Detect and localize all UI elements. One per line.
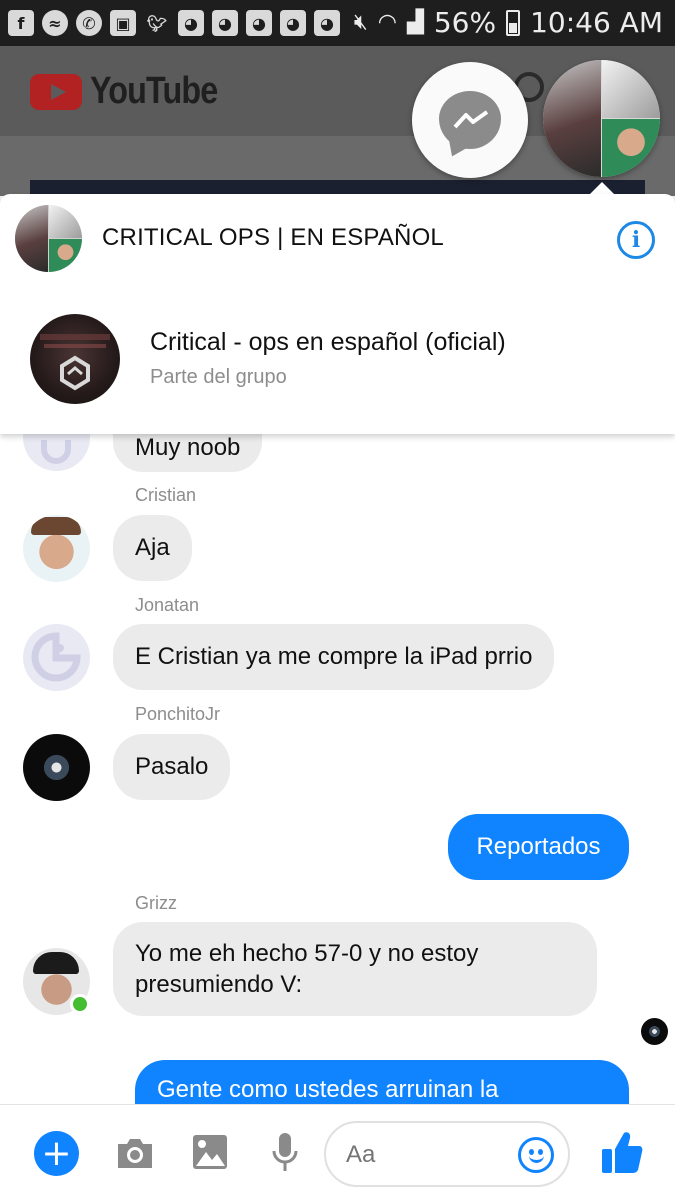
conversation-header: CRITICAL OPS | EN ESPAÑOL i Critical - o… [0,194,675,434]
emoji-mouth [529,1154,544,1163]
youtube-play-icon [30,73,82,110]
emoji-icon[interactable] [518,1137,554,1173]
signal-icon: ▟ [406,10,424,35]
like-thumb-icon[interactable] [600,1129,644,1175]
messenger-icon: ≈ [42,10,68,36]
message-bubble[interactable]: Muy noob [113,434,263,472]
composer-bar: + [0,1104,675,1200]
message-list[interactable]: Muy noob Cristian Aja Jonatan E Cristian… [0,434,675,1104]
status-right: 🔇︎ ◠ ▟ 56% 10:46 AM [354,6,663,39]
group-community-avatar[interactable] [30,314,120,404]
microphone-icon[interactable] [270,1131,300,1175]
whatsapp-icon: ✆ [76,10,102,36]
status-bar: f ≈ ✆ ▣ 🐦︎ ◕ ◕ ◕ ◕ ◕ 🔇︎ ◠ ▟ 56% 10:46 AM [0,0,675,46]
messenger-bolt-icon [453,110,489,129]
sender-name: Grizz [135,893,177,913]
sender-name: Jonatan [135,595,200,615]
message-text: Yo me eh hecho 57-0 y no estoy presumien… [135,939,479,998]
notification-icons: f ≈ ✆ ▣ 🐦︎ ◕ ◕ ◕ ◕ ◕ [8,10,340,36]
sender-name: PonchitoJr [135,704,221,724]
avatar[interactable] [23,515,90,582]
avatar-tile [602,119,660,177]
more-actions-button[interactable]: + [34,1131,79,1176]
discord-icon: ◕ [246,10,272,36]
avatar-tile [543,60,601,177]
avatar-tile [602,60,660,118]
twitter-icon: 🐦︎ [146,13,168,33]
critical-ops-logo-icon [40,334,110,391]
messenger-icon [439,91,501,149]
message-bubble[interactable]: Aja [113,515,192,581]
message-text: Reportados [476,833,601,860]
youtube-logo-text: YouTube [90,70,218,112]
battery-icon [506,9,521,36]
message-bubble-outgoing[interactable]: Gente como ustedes arruinan la [135,1060,629,1104]
avatar-tile [49,205,82,238]
discord-icon: ◕ [212,10,238,36]
pacman-avatar-icon [31,632,81,682]
chat-head-pointer [590,182,614,194]
avatar-tile [49,239,82,272]
messenger-chat-head[interactable] [412,62,528,178]
group-name[interactable]: Critical - ops en español (oficial) [150,328,506,357]
message-text: Gente como ustedes arruinan la [157,1076,499,1103]
read-receipt-avatar [641,1018,668,1045]
battery-percent: 56% [433,6,497,39]
avatar[interactable] [23,624,90,691]
message-input[interactable] [346,1141,496,1169]
message-bubble-outgoing[interactable]: Reportados [448,814,629,880]
group-avatar[interactable] [15,205,82,272]
gallery-icon[interactable] [192,1134,228,1170]
message-text: Muy noob [135,434,241,461]
avatar-tile [15,205,48,272]
sender-name: Cristian [135,485,197,505]
group-chat-head[interactable] [543,60,660,177]
group-subtitle: Parte del grupo [150,366,287,388]
mute-icon: 🔇︎ [353,10,368,35]
discord-icon: ◕ [314,10,340,36]
youtube-logo: YouTube [30,70,240,113]
message-text: Aja [135,534,170,561]
avatar[interactable] [23,734,90,801]
wifi-icon: ◠ [377,10,397,35]
conversation-title[interactable]: CRITICAL OPS | EN ESPAÑOL [102,224,444,252]
gallery-icon: ▣ [110,10,136,36]
info-icon[interactable]: i [617,221,655,259]
camera-icon[interactable] [114,1134,156,1172]
clock: 10:46 AM [530,6,663,39]
message-text: E Cristian ya me compre la iPad prrio [135,643,533,670]
discord-icon: ◕ [178,10,204,36]
avatar[interactable] [23,434,90,471]
facebook-icon: f [8,10,34,36]
discord-icon: ◕ [280,10,306,36]
message-bubble[interactable]: Yo me eh hecho 57-0 y no estoy presumien… [113,922,597,1016]
message-bubble[interactable]: Pasalo [113,734,231,800]
message-text: Pasalo [135,753,209,780]
message-composer[interactable] [324,1121,570,1187]
online-status-badge [70,994,90,1014]
message-bubble[interactable]: E Cristian ya me compre la iPad prrio [113,624,555,690]
